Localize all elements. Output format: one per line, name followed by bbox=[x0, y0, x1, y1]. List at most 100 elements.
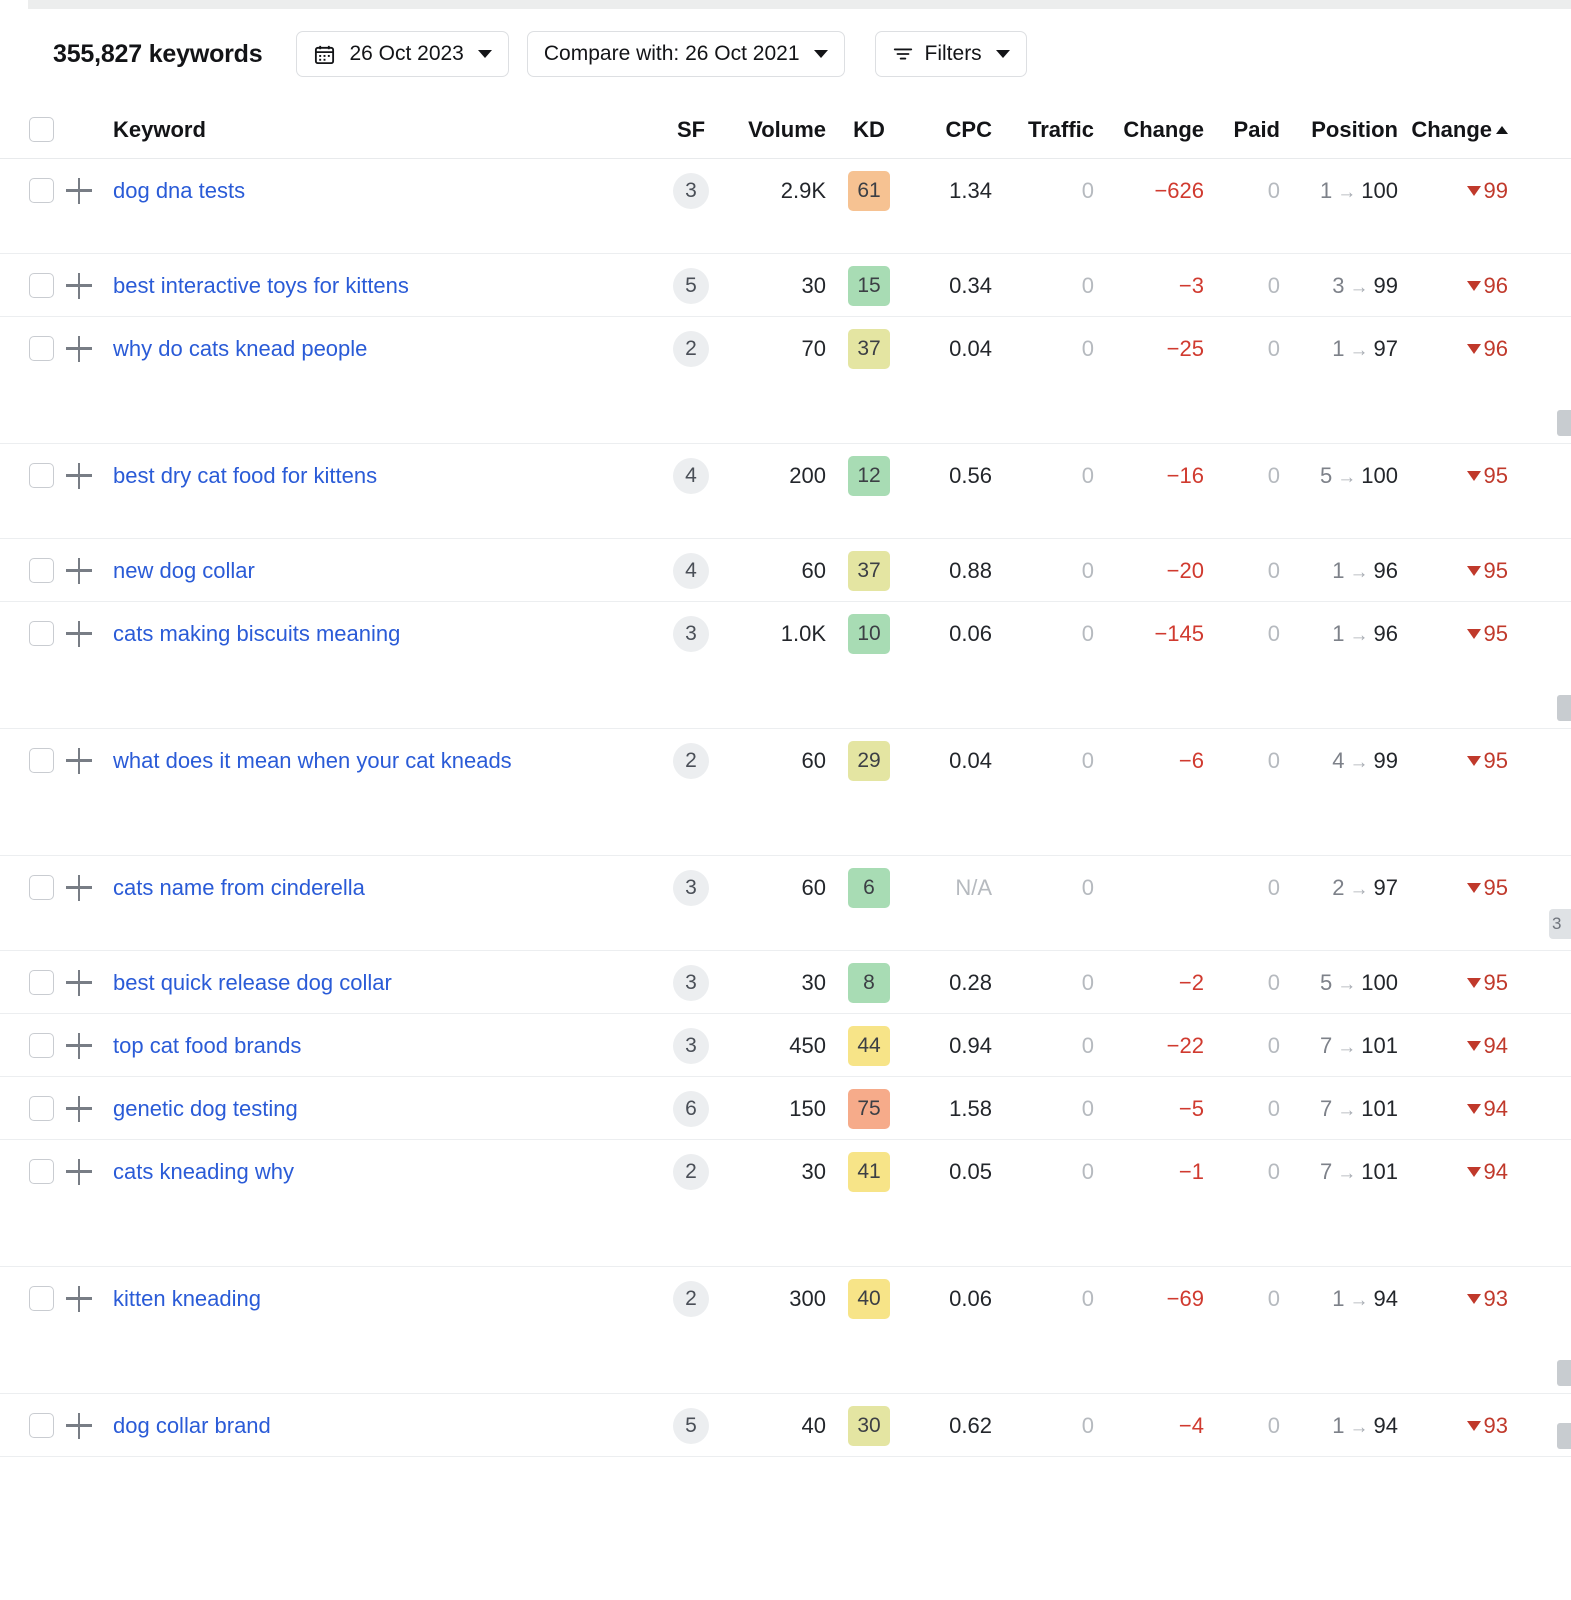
row-checkbox[interactable] bbox=[29, 558, 54, 583]
add-keyword-cell bbox=[54, 1095, 104, 1122]
date-picker-button[interactable]: 26 Oct 2023 bbox=[296, 31, 509, 77]
plus-icon[interactable] bbox=[66, 969, 92, 996]
header-sf[interactable]: SF bbox=[660, 117, 722, 143]
keyword-link[interactable]: cats making biscuits meaning bbox=[113, 621, 400, 646]
header-volume[interactable]: Volume bbox=[722, 117, 834, 143]
keyword-link[interactable]: cats name from cinderella bbox=[113, 875, 365, 900]
row-checkbox[interactable] bbox=[29, 621, 54, 646]
keyword-link[interactable]: best dry cat food for kittens bbox=[113, 463, 377, 488]
volume-value: 30 bbox=[801, 272, 826, 298]
position-from: 1 bbox=[1332, 557, 1345, 583]
plus-icon[interactable] bbox=[66, 177, 92, 204]
table-row[interactable]: what does it mean when your cat kneads 2 6… bbox=[0, 729, 1571, 856]
plus-icon[interactable] bbox=[66, 557, 92, 584]
row-checkbox[interactable] bbox=[29, 1413, 54, 1438]
sf-cell: 3 bbox=[660, 964, 722, 1001]
keyword-link[interactable]: best interactive toys for kittens bbox=[113, 273, 409, 298]
table-row[interactable]: cats making biscuits meaning 3 1.0K 10 0.06 0… bbox=[0, 602, 1571, 729]
header-traffic[interactable]: Traffic bbox=[992, 117, 1094, 143]
kd-cell: 8 bbox=[834, 962, 904, 1003]
table-row[interactable]: top cat food brands 3 450 44 0.94 0 −22 0 7 → 101 9… bbox=[0, 1014, 1571, 1077]
table-row[interactable]: cats kneading why 2 30 41 0.05 0 −1 0 7 → 101 94 bbox=[0, 1140, 1571, 1267]
table-row[interactable]: best quick release dog collar 3 30 8 0.28 0 −2… bbox=[0, 951, 1571, 1014]
table-row[interactable]: genetic dog testing 6 150 75 1.58 0 −5 0 7 → 101 94 bbox=[0, 1077, 1571, 1140]
keyword-link[interactable]: top cat food brands bbox=[113, 1033, 301, 1058]
keyword-cell: dog dna tests bbox=[104, 178, 660, 204]
filters-label: Filters bbox=[924, 42, 982, 65]
row-checkbox[interactable] bbox=[29, 970, 54, 995]
plus-icon[interactable] bbox=[66, 1032, 92, 1059]
row-checkbox[interactable] bbox=[29, 273, 54, 298]
row-checkbox[interactable] bbox=[29, 748, 54, 773]
plus-icon[interactable] bbox=[66, 747, 92, 774]
keyword-cell: top cat food brands bbox=[104, 1033, 660, 1059]
table-row[interactable]: best dry cat food for kittens 4 200 12 0.56 0… bbox=[0, 444, 1571, 539]
header-paid[interactable]: Paid bbox=[1204, 117, 1280, 143]
kd-cell: 29 bbox=[834, 740, 904, 781]
plus-icon[interactable] bbox=[66, 1412, 92, 1439]
position-cell: 2 → 97 bbox=[1280, 875, 1398, 901]
add-keyword-cell bbox=[54, 272, 104, 299]
row-checkbox[interactable] bbox=[29, 336, 54, 361]
row-checkbox[interactable] bbox=[29, 178, 54, 203]
cpc-value: 0.04 bbox=[949, 747, 992, 773]
position-to: 101 bbox=[1361, 1032, 1398, 1058]
keyword-link[interactable]: why do cats knead people bbox=[113, 336, 367, 361]
row-checkbox[interactable] bbox=[29, 1286, 54, 1311]
plus-icon[interactable] bbox=[66, 1158, 92, 1185]
header-position-change[interactable]: Change bbox=[1398, 117, 1520, 143]
plus-icon[interactable] bbox=[66, 335, 92, 362]
plus-icon[interactable] bbox=[66, 874, 92, 901]
row-checkbox[interactable] bbox=[29, 463, 54, 488]
keyword-link[interactable]: dog dna tests bbox=[113, 178, 245, 203]
traffic-value: 0 bbox=[1081, 462, 1094, 488]
compare-date-label: Compare with: 26 Oct 2021 bbox=[543, 42, 800, 65]
keyword-link[interactable]: genetic dog testing bbox=[113, 1096, 298, 1121]
header-position[interactable]: Position bbox=[1280, 117, 1398, 143]
table-row[interactable]: kitten kneading 2 300 40 0.06 0 −69 0 1 → 94 93 bbox=[0, 1267, 1571, 1394]
row-select-cell bbox=[0, 1413, 54, 1438]
row-checkbox[interactable] bbox=[29, 875, 54, 900]
arrow-right-icon: → bbox=[1337, 466, 1357, 488]
select-all-checkbox[interactable] bbox=[29, 117, 54, 142]
plus-icon[interactable] bbox=[66, 620, 92, 647]
table-row[interactable]: new dog collar 4 60 37 0.88 0 −20 0 1 → 96 95 bbox=[0, 539, 1571, 602]
traffic-change-cell: −69 bbox=[1094, 1286, 1204, 1312]
header-keyword[interactable]: Keyword bbox=[104, 117, 660, 143]
table-row[interactable]: dog collar brand 5 40 30 0.62 0 −4 0 1 → 94 93 bbox=[0, 1394, 1571, 1457]
traffic-change-value: −3 bbox=[1178, 272, 1204, 298]
table-row[interactable]: best interactive toys for kittens 5 30 15 0.… bbox=[0, 254, 1571, 317]
traffic-change-cell: −6 bbox=[1094, 748, 1204, 774]
cpc-value: 0.04 bbox=[949, 335, 992, 361]
header-cpc[interactable]: CPC bbox=[904, 117, 992, 143]
keyword-link[interactable]: dog collar brand bbox=[113, 1413, 271, 1438]
keyword-link[interactable]: cats kneading why bbox=[113, 1159, 294, 1184]
plus-icon[interactable] bbox=[66, 1285, 92, 1312]
table-row[interactable]: why do cats knead people 2 70 37 0.04 0 −25 0 1 →… bbox=[0, 317, 1571, 444]
traffic-change-value: −16 bbox=[1166, 462, 1204, 488]
sf-cell: 3 bbox=[660, 1027, 722, 1064]
sf-cell: 2 bbox=[660, 330, 722, 367]
keyword-link[interactable]: new dog collar bbox=[113, 558, 255, 583]
row-checkbox[interactable] bbox=[29, 1033, 54, 1058]
compare-date-button[interactable]: Compare with: 26 Oct 2021 bbox=[526, 31, 845, 77]
table-row[interactable]: cats name from cinderella 3 60 6 N/A 0 0 2 → 97 95… bbox=[0, 856, 1571, 951]
row-checkbox[interactable] bbox=[29, 1159, 54, 1184]
plus-icon[interactable] bbox=[66, 1095, 92, 1122]
keyword-link[interactable]: best quick release dog collar bbox=[113, 970, 392, 995]
position-change-value: 94 bbox=[1466, 1033, 1508, 1058]
keyword-cell: genetic dog testing bbox=[104, 1096, 660, 1122]
row-checkbox[interactable] bbox=[29, 1096, 54, 1121]
arrow-right-icon: → bbox=[1349, 624, 1369, 646]
table-row[interactable]: dog dna tests 3 2.9K 61 1.34 0 −626 0 1 → 100 99 bbox=[0, 159, 1571, 254]
header-traffic-change[interactable]: Change bbox=[1094, 117, 1204, 143]
plus-icon[interactable] bbox=[66, 272, 92, 299]
keyword-link[interactable]: what does it mean when your cat kneads bbox=[113, 748, 512, 773]
clipped-edge-badge: 3 bbox=[1549, 909, 1571, 939]
keyword-link[interactable]: kitten kneading bbox=[113, 1286, 261, 1311]
kd-cell: 30 bbox=[834, 1405, 904, 1446]
kd-badge: 8 bbox=[848, 962, 890, 1003]
plus-icon[interactable] bbox=[66, 462, 92, 489]
header-kd[interactable]: KD bbox=[834, 117, 904, 143]
filters-button[interactable]: Filters bbox=[874, 31, 1027, 77]
